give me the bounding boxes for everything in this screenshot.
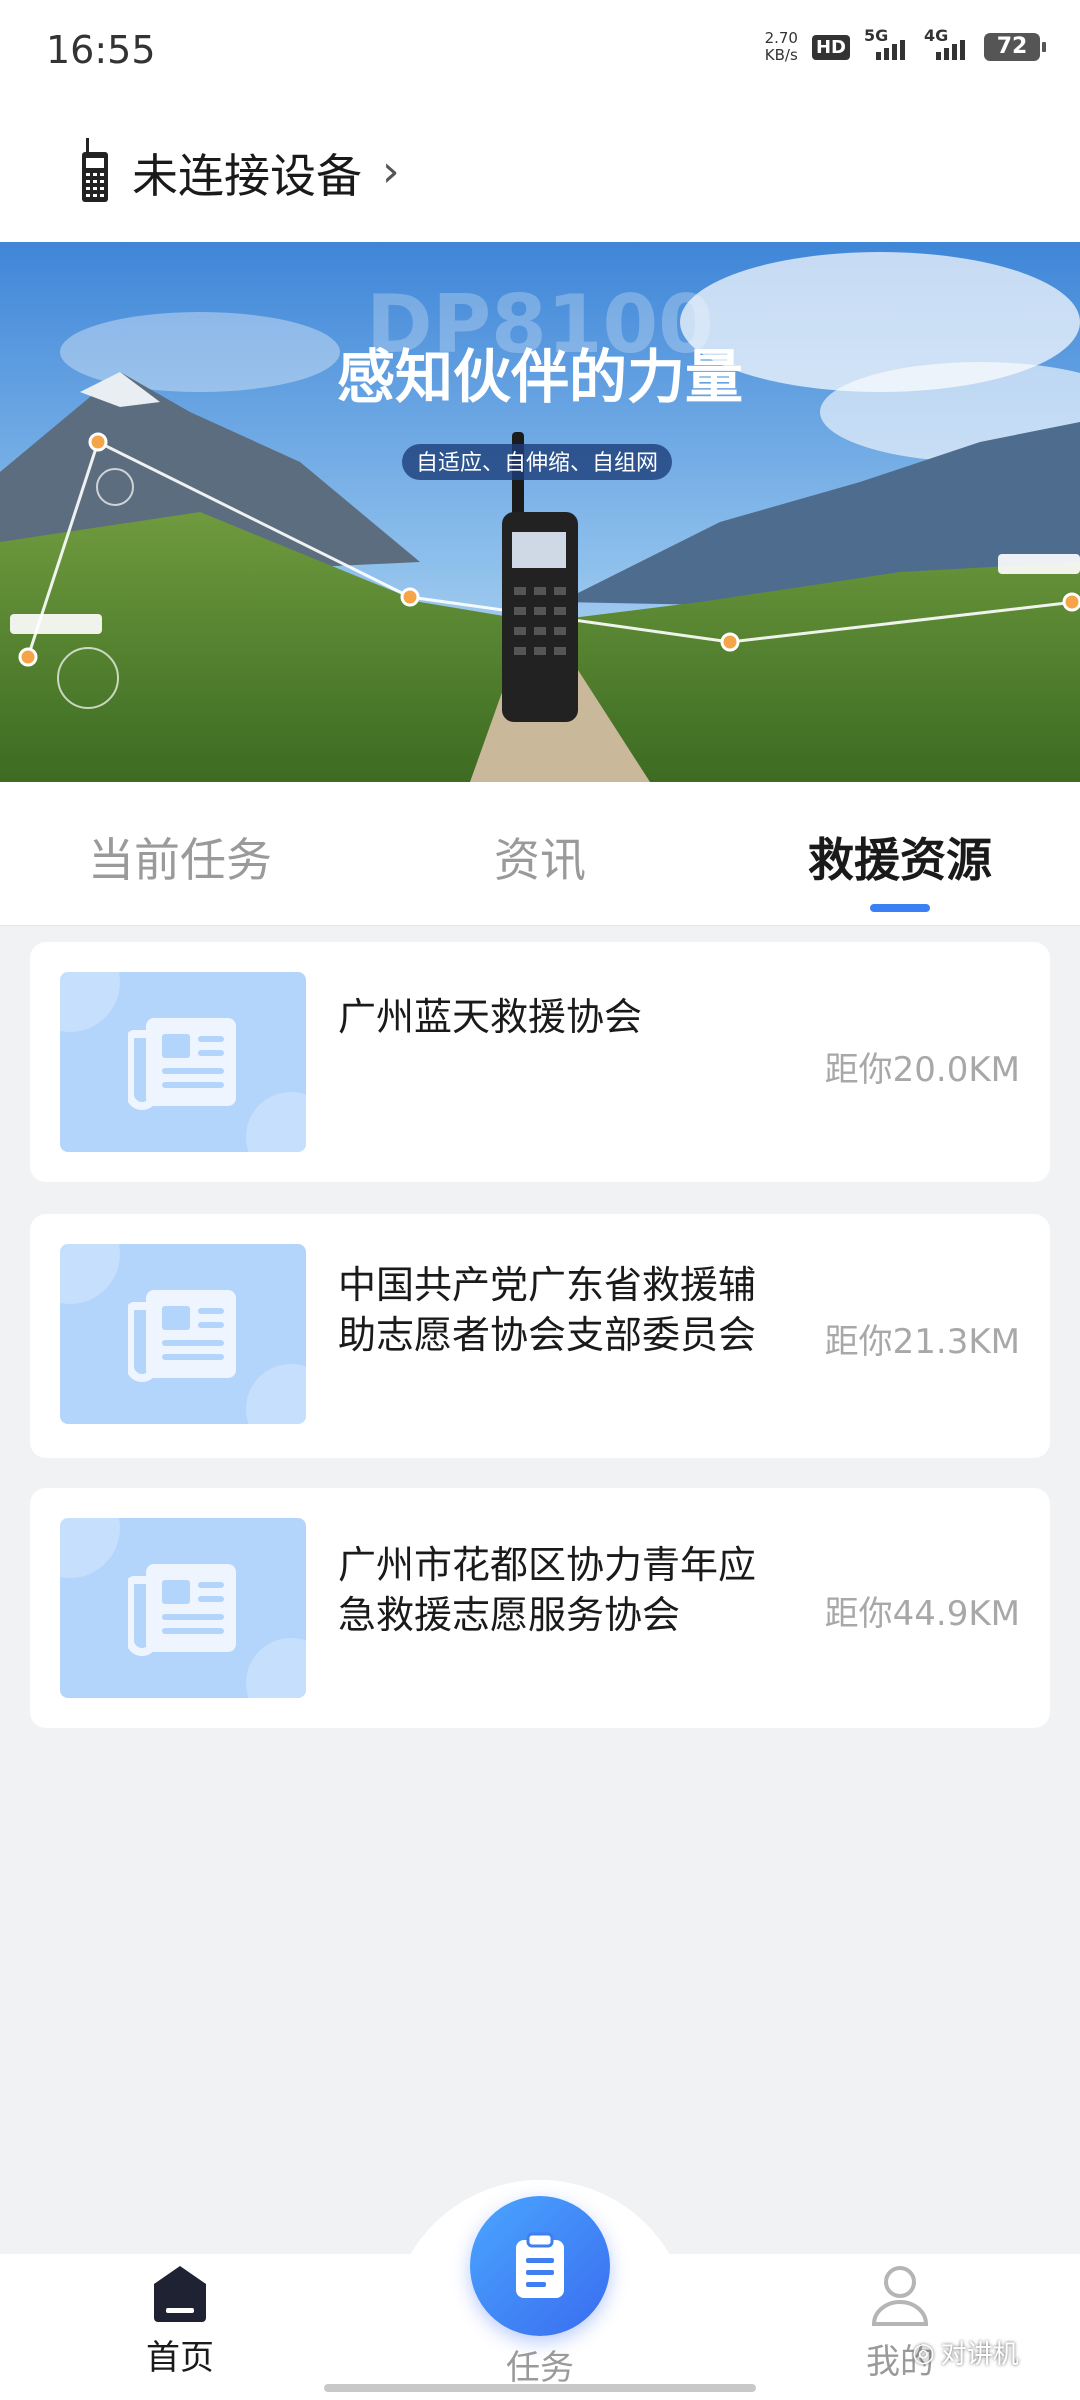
user-icon	[871, 2266, 929, 2326]
newspaper-icon	[128, 1018, 236, 1110]
device-status-label[interactable]: 未连接设备	[132, 140, 362, 206]
resource-card[interactable]: 广州市花都区协力青年应急救援志愿服务协会 距你44.9KM	[30, 1488, 1050, 1728]
nav-home[interactable]: 首页	[80, 2264, 280, 2379]
resource-name: 广州市花都区协力青年应急救援志愿服务协会	[338, 1543, 757, 1637]
resource-name: 广州蓝天救援协会	[338, 995, 643, 1039]
tab-news[interactable]: 资讯	[390, 824, 690, 890]
walkie-talkie-icon	[82, 138, 108, 202]
resource-distance: 距你20.0KM	[824, 1050, 1020, 1090]
banner-image: DP8100 感知伙伴的力量 自适应、自伸缩、自组网	[0, 242, 1080, 782]
nav-home-label[interactable]: 首页	[80, 2330, 280, 2379]
gesture-home-bar[interactable]	[324, 2384, 756, 2392]
signal-5g-icon: 5G	[864, 26, 910, 60]
tab-bar: 当前任务 资讯 救援资源	[0, 782, 1080, 926]
resource-thumbnail	[60, 1244, 306, 1424]
tab-rescue-resources[interactable]: 救援资源	[750, 824, 1050, 890]
resource-name: 中国共产党广东省救援辅助志愿者协会支部委员会	[338, 1263, 757, 1357]
status-icons: 2.70 KB/s HD 5G 4G 72	[764, 26, 1046, 64]
nav-task[interactable]: 任务	[440, 2340, 640, 2389]
promo-banner[interactable]: DP8100 感知伙伴的力量 自适应、自伸缩、自组网	[0, 242, 1080, 782]
chevron-right-icon[interactable]: ›	[382, 146, 400, 197]
battery-icon: 72	[984, 33, 1046, 61]
signal-4g-icon: 4G	[924, 26, 970, 60]
resource-thumbnail	[60, 1518, 306, 1698]
home-icon	[154, 2266, 206, 2322]
resource-card[interactable]: 广州蓝天救援协会 距你20.0KM	[30, 942, 1050, 1182]
resource-distance: 距你44.9KM	[824, 1594, 1020, 1634]
banner-headline: 感知伙伴的力量	[337, 343, 743, 411]
device-connection-header[interactable]: 未连接设备 ›	[0, 100, 1080, 242]
tab-current-task[interactable]: 当前任务	[30, 824, 330, 890]
network-speed: 2.70 KB/s	[764, 29, 798, 64]
active-tab-indicator	[870, 904, 930, 912]
resource-card[interactable]: 中国共产党广东省救援辅助志愿者协会支部委员会 距你21.3KM	[30, 1214, 1050, 1458]
status-time: 16:55	[46, 28, 156, 72]
resource-thumbnail	[60, 972, 306, 1152]
task-fab-button[interactable]	[470, 2196, 610, 2336]
hd-voice-icon: HD	[811, 34, 850, 60]
nav-task-label[interactable]: 任务	[440, 2340, 640, 2389]
wechat-icon: ◎	[912, 2337, 935, 2368]
wechat-watermark: ◎ 对讲机	[912, 2337, 1019, 2371]
banner-subline: 自适应、自伸缩、自组网	[416, 451, 658, 476]
newspaper-icon	[128, 1290, 236, 1382]
newspaper-icon	[128, 1564, 236, 1656]
clipboard-icon	[516, 2232, 564, 2298]
status-bar: 16:55 2.70 KB/s HD 5G 4G 72	[0, 0, 1080, 100]
resource-distance: 距你21.3KM	[824, 1322, 1020, 1362]
